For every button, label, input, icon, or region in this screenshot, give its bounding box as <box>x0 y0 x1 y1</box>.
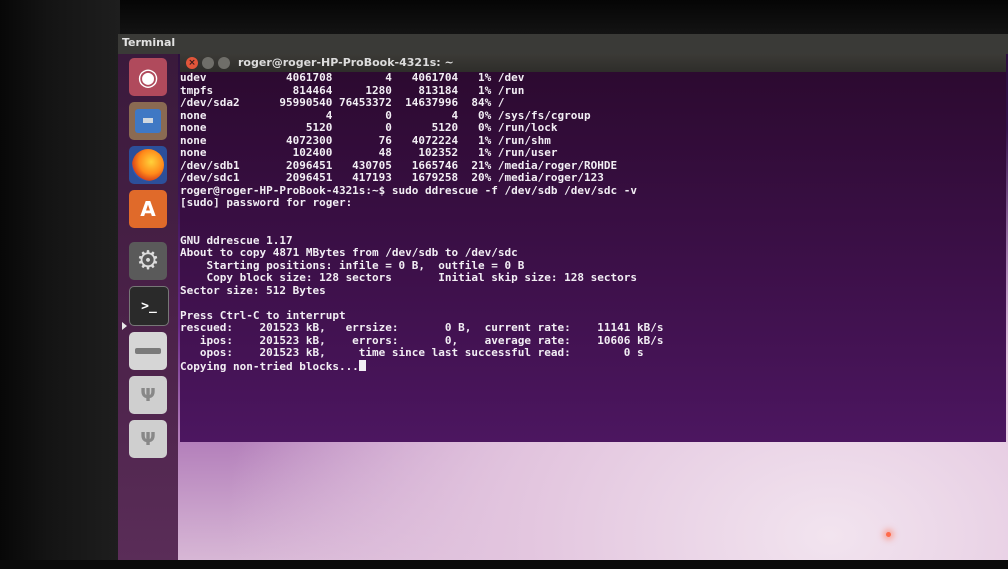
df-row: /dev/sda2 95990540 76453372 14637996 84%… <box>180 96 505 109</box>
dash-icon[interactable]: ◉ <box>129 58 167 96</box>
ddrescue-status-line: rescued: 201523 kB, errsize: 0 B, curren… <box>180 321 664 334</box>
password-prompt: [sudo] password for roger: <box>180 196 353 209</box>
ddrescue-progress-line: Copying non-tried blocks... <box>180 359 366 374</box>
software-center-icon[interactable]: A <box>129 190 167 228</box>
usb-drive-icon[interactable]: Ψ <box>129 376 167 414</box>
ddrescue-status-line: opos: 201523 kB, time since last success… <box>180 346 644 359</box>
system-settings-icon[interactable]: ⚙ <box>129 242 167 280</box>
power-led-reflection <box>886 532 891 537</box>
df-row: /dev/sdc1 2096451 417193 1679258 20% /me… <box>180 171 604 184</box>
df-row: udev 4061708 4 4061704 1% /dev <box>180 71 525 84</box>
firefox-icon[interactable] <box>129 146 167 184</box>
df-row: none 102400 48 102352 1% /run/user <box>180 146 558 159</box>
minimize-icon[interactable] <box>202 57 214 69</box>
active-app-title: Terminal <box>122 36 176 49</box>
close-icon[interactable]: × <box>186 57 198 69</box>
text-cursor <box>358 359 366 371</box>
terminal-output-area[interactable]: udev 4061708 4 4061704 1% /dev tmpfs 814… <box>180 71 1006 442</box>
df-row: none 5120 0 5120 0% /run/lock <box>180 121 558 134</box>
terminal-prompt-glyph: >_ <box>141 298 157 314</box>
active-app-marker <box>122 322 127 330</box>
progress-text: Copying non-tried blocks... <box>180 359 359 373</box>
ddrescue-header-line: About to copy 4871 MBytes from /dev/sdb … <box>180 246 518 259</box>
ddrescue-header-line: Sector size: 512 Bytes <box>180 283 326 297</box>
maximize-icon[interactable] <box>218 57 230 69</box>
terminal-titlebar[interactable]: × roger@roger-HP-ProBook-4321s: ~ <box>180 54 1006 72</box>
unity-launcher: ◉ A ⚙ >_ Ψ Ψ <box>118 54 178 562</box>
files-icon[interactable] <box>129 102 167 140</box>
top-panel: Terminal <box>118 34 1008 54</box>
disk-icon[interactable] <box>129 332 167 370</box>
photo-bezel-bottom <box>0 560 1008 569</box>
photo-bezel-top <box>0 0 1008 36</box>
ddrescue-header-line: Copy block size: 128 sectors Initial ski… <box>180 271 637 284</box>
usb-drive-icon[interactable]: Ψ <box>129 420 167 458</box>
desktop-screen: Terminal ◉ A ⚙ >_ Ψ Ψ × roger@roger-HP-P… <box>118 34 1008 562</box>
terminal-icon[interactable]: >_ <box>129 286 169 326</box>
photo-bezel-left <box>0 0 120 569</box>
terminal-window-title: roger@roger-HP-ProBook-4321s: ~ <box>238 56 454 69</box>
